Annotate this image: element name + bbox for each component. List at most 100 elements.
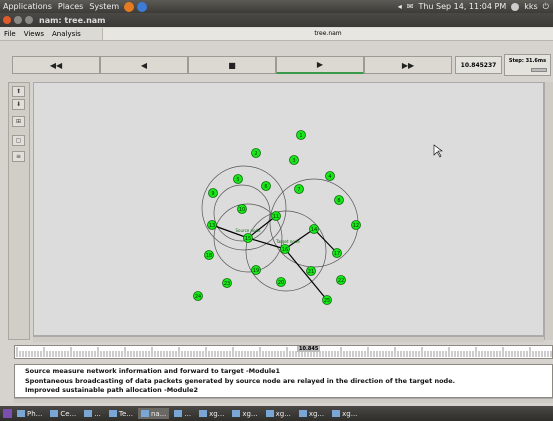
node-label: 14 [311,227,317,233]
node-13[interactable]: 13 [207,220,217,230]
views-menu[interactable]: Views [20,30,48,38]
node-7[interactable]: 7 [294,184,304,194]
zoom-in-icon[interactable]: ⬆ [12,86,25,97]
annotation-horizontal-scrollbar[interactable] [14,398,553,403]
zoom-out-icon[interactable]: ⬇ [12,99,25,110]
taskbar-item[interactable]: na... [137,408,170,419]
taskbar-item[interactable]: Ph... [14,408,45,419]
taskbar-item[interactable]: xg... [296,408,327,419]
system-menu[interactable]: System [86,2,122,11]
node-10[interactable]: 10 [237,204,247,214]
annotation-panel[interactable]: Source measure network information and f… [14,364,553,398]
canvas-vertical-scrollbar[interactable] [544,82,553,340]
network-canvas[interactable]: 1 2 3 4 5 6 7 8 9 10 11 12 13 14 15 16 17 18 19 20 21 22 23 24 2… [33,82,544,336]
volume-icon[interactable]: ◂ [398,2,402,11]
node-17[interactable]: 17 [332,248,342,258]
node-1[interactable]: 1 [296,130,306,140]
taskbar-item[interactable]: ... [171,408,194,419]
annotation-line[interactable]: Improved sustainable path allocation -Mo… [25,386,542,396]
node-label: 5 [236,177,239,183]
node-5[interactable]: 5 [233,174,243,184]
lines-icon[interactable]: ≡ [12,151,25,162]
node-label: 24 [195,294,201,300]
taskbar-item[interactable]: xg... [196,408,227,419]
node-9[interactable]: 9 [208,188,218,198]
window-icon [332,410,341,417]
node-label: 16 [282,247,288,253]
network-graph[interactable]: 123456 7891011121314151617181920212223242… [34,83,545,337]
stop-button[interactable]: ■ [188,56,276,74]
timeline-marker[interactable]: 10.845 [297,346,321,352]
window-icon [140,410,149,417]
step-control[interactable]: Step: 31.6ms [504,54,551,76]
mail-icon[interactable]: ✉ [407,2,414,11]
node-14[interactable]: 14 [309,224,319,234]
fast-forward-button[interactable]: ▶▶ [364,56,452,74]
taskbar-item[interactable]: Ce... [47,408,79,419]
taskbar-label: ... [94,409,101,418]
firefox-icon[interactable] [124,1,135,12]
node-21[interactable]: 21 [306,266,316,276]
canvas-horizontal-scrollbar[interactable] [33,336,544,342]
node-3[interactable]: 3 [289,155,299,165]
node-label: 17 [334,251,340,257]
annotation-line[interactable]: Source measure network information and f… [25,367,542,377]
maximize-window-button[interactable] [25,16,33,24]
node-12[interactable]: 12 [351,220,361,230]
annotation-scrollbar[interactable] [0,364,13,398]
node-22[interactable]: 22 [336,275,346,285]
mouse-cursor-icon [433,144,443,158]
minimize-window-button[interactable] [14,16,22,24]
step-slider[interactable] [531,68,547,72]
taskbar-label: Ph... [27,409,43,418]
places-menu[interactable]: Places [55,2,86,11]
node-23[interactable]: 23 [222,278,232,288]
node-18[interactable]: 18 [204,250,214,260]
analysis-menu[interactable]: Analysis [48,30,85,38]
taskbar-label: Ce... [60,409,77,418]
window-icon [174,410,183,417]
node-label: 19 [253,268,259,274]
help-icon[interactable] [137,1,148,12]
node-label: 23 [224,281,230,287]
node-11[interactable]: 11 [271,211,281,221]
node-2[interactable]: 2 [251,148,261,158]
node-24[interactable]: 24 [193,291,203,301]
file-tab[interactable]: tree.nam [102,28,553,40]
node-19[interactable]: 19 [251,265,261,275]
power-icon[interactable]: ⏻ [543,2,549,12]
annotation-line[interactable]: Spontaneous broadcasting of data packets… [25,377,542,387]
taskbar-label: na... [150,409,167,418]
node-15[interactable]: 15 [243,233,253,243]
target-label: Target node [275,239,300,244]
node-label: 13 [209,223,215,229]
node-label: 1 [299,133,302,139]
fast-rewind-button[interactable]: ◀◀ [12,56,100,74]
user-name[interactable]: kks [524,2,537,11]
node-16[interactable]: 16 [280,244,290,254]
timeline[interactable]: 10.845 [14,345,553,359]
grid-icon[interactable]: ⊞ [12,116,25,127]
top-panel: Applications Places System ◂ ✉ Thu Sep 1… [0,0,553,13]
play-button[interactable]: ▶ [276,56,364,74]
node-label: 21 [308,269,314,275]
taskbar-item[interactable]: xg... [229,408,260,419]
taskbar-item[interactable]: ... [81,408,104,419]
taskbar-item[interactable]: Te... [106,408,136,419]
window-titlebar[interactable]: nam: tree.nam [0,13,553,27]
taskbar-item[interactable]: xg... [329,408,360,419]
node-8[interactable]: 8 [334,195,344,205]
node-20[interactable]: 20 [276,277,286,287]
clock[interactable]: Thu Sep 14, 11:04 PM [418,2,506,11]
node-25[interactable]: 25 [322,295,332,305]
file-menu[interactable]: File [0,30,20,38]
taskbar-item[interactable]: xg... [263,408,294,419]
taskbar-label: xg... [275,409,291,418]
node-4[interactable]: 4 [325,171,335,181]
box-icon[interactable]: ▢ [12,135,25,146]
close-window-button[interactable] [3,16,11,24]
applications-menu[interactable]: Applications [0,2,55,11]
rewind-button[interactable]: ◀ [100,56,188,74]
node-6[interactable]: 6 [261,181,271,191]
show-desktop-icon[interactable] [3,409,12,418]
